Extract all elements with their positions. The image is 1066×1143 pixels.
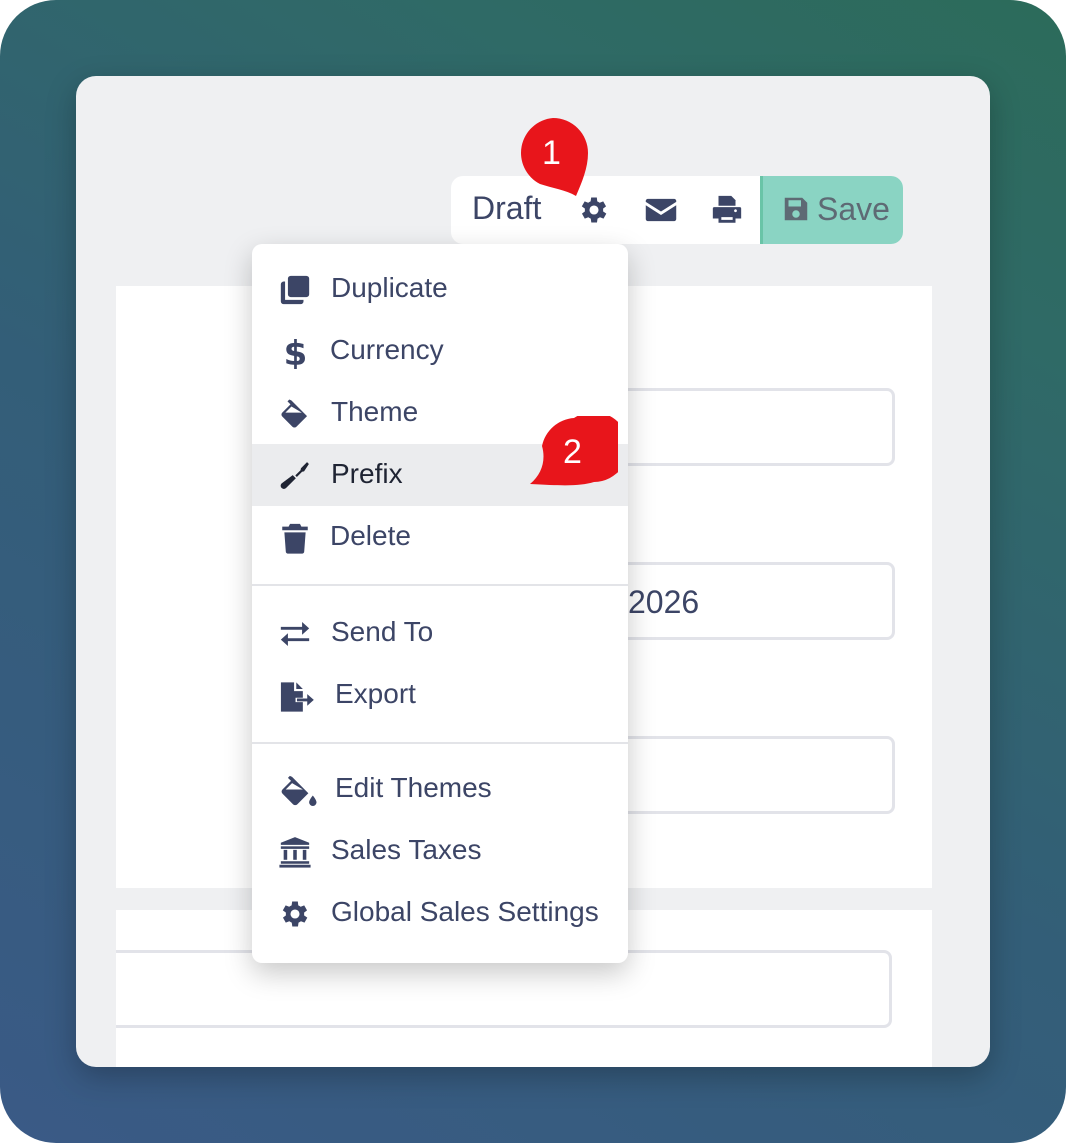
form-field-1[interactable] [616,388,895,466]
duplicate-icon [278,273,312,312]
menu-item-delete[interactable]: Delete [252,506,628,568]
print-icon[interactable] [710,193,744,232]
background-frame: 2026 Draft Save Duplicate $ Currency The… [0,0,1066,1143]
menu-item-label: Global Sales Settings [331,896,599,927]
fill-drip-icon [278,773,318,814]
menu-item-send-to[interactable]: Send To [252,602,628,664]
fill-icon [278,397,312,436]
save-button-label: Save [817,191,890,227]
date-value: 2026 [628,584,700,620]
trash-icon [278,521,312,560]
menu-item-export[interactable]: Export [252,664,628,726]
save-button[interactable]: Save [760,176,903,244]
callout-number: 1 [542,134,561,172]
menu-divider [252,742,628,744]
menu-item-label: Duplicate [331,272,448,303]
menu-item-label: Theme [331,396,419,427]
dollar-icon: $ [278,334,312,374]
menu-item-label: Send To [331,616,434,647]
menu-item-label: Prefix [331,458,403,489]
callout-marker-2: 2 [528,412,629,501]
menu-item-sales-taxes[interactable]: Sales Taxes [252,820,628,882]
envelope-icon[interactable] [643,193,679,232]
bank-icon [278,835,312,874]
menu-item-currency[interactable]: $ Currency [252,320,628,382]
menu-item-label: Edit Themes [335,772,492,803]
form-field-3[interactable] [616,736,895,814]
settings-dropdown-menu: Duplicate $ Currency Theme Prefix Delete… [252,244,628,963]
gear-icon [278,897,312,936]
save-icon [781,194,811,229]
menu-item-duplicate[interactable]: Duplicate [252,258,628,320]
menu-item-label: Delete [330,520,411,551]
app-window: 2026 Draft Save Duplicate $ Currency The… [76,76,990,1067]
menu-item-label: Currency [330,334,444,365]
svg-text:$: $ [284,335,308,369]
menu-item-label: Sales Taxes [331,834,482,865]
exchange-icon [278,617,312,656]
callout-marker-1: 1 [516,116,596,211]
menu-item-global-sales-settings[interactable]: Global Sales Settings [252,882,628,944]
menu-item-label: Export [335,678,416,709]
callout-number: 2 [563,433,582,471]
screwdriver-icon [278,459,312,498]
menu-divider [252,584,628,586]
file-export-icon [278,679,316,720]
menu-item-edit-themes[interactable]: Edit Themes [252,758,628,820]
